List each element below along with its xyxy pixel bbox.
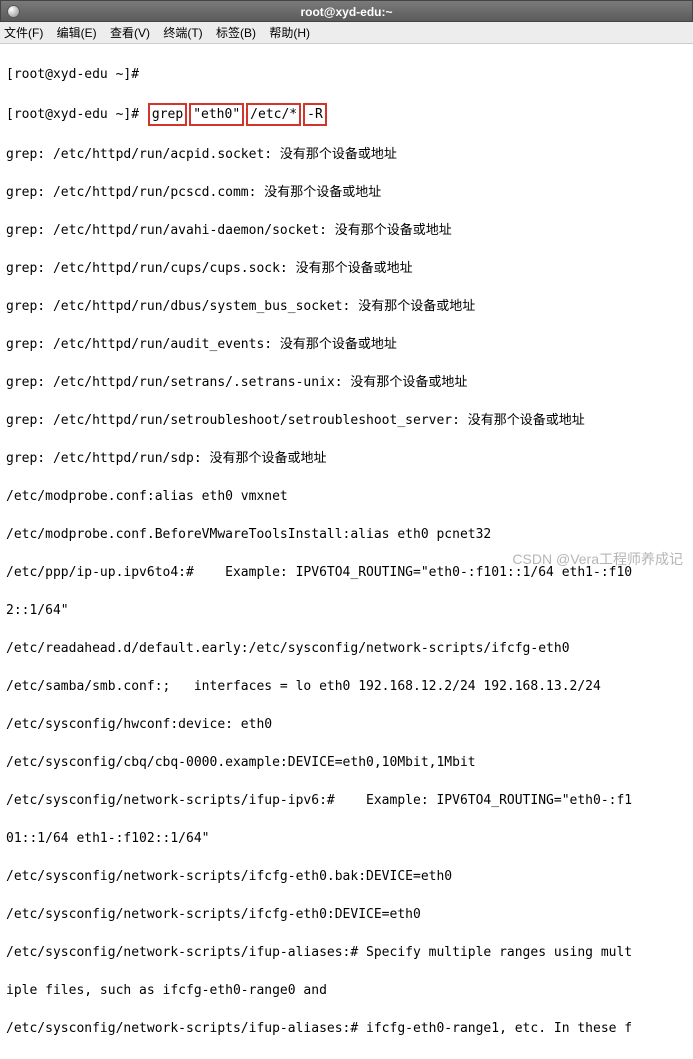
- output-line: /etc/modprobe.conf:alias eth0 vmxnet: [6, 487, 687, 506]
- output-line: /etc/modprobe.conf.BeforeVMwareToolsInst…: [6, 525, 687, 544]
- menu-terminal[interactable]: 终端(T): [163, 26, 202, 40]
- cmd-flag: -R: [303, 103, 327, 126]
- output-line: /etc/readahead.d/default.early:/etc/sysc…: [6, 639, 687, 658]
- output-line: /etc/sysconfig/network-scripts/ifup-alia…: [6, 1019, 687, 1038]
- prompt-line-empty: [root@xyd-edu ~]#: [6, 65, 687, 84]
- error-line: grep: /etc/httpd/run/setroubleshoot/setr…: [6, 411, 687, 430]
- output-line: /etc/sysconfig/network-scripts/ifup-ipv6…: [6, 791, 687, 810]
- error-line: grep: /etc/httpd/run/pcscd.comm: 没有那个设备或…: [6, 183, 687, 202]
- command-line: [root@xyd-edu ~]# grep"eth0"/etc/*-R: [6, 103, 687, 126]
- output-line: /etc/samba/smb.conf:; interfaces = lo et…: [6, 677, 687, 696]
- output-line: /etc/ppp/ip-up.ipv6to4:# Example: IPV6TO…: [6, 563, 687, 582]
- menu-file[interactable]: 文件(F): [4, 26, 43, 40]
- output-line: iple files, such as ifcfg-eth0-range0 an…: [6, 981, 687, 1000]
- error-line: grep: /etc/httpd/run/sdp: 没有那个设备或地址: [6, 449, 687, 468]
- output-line: /etc/sysconfig/network-scripts/ifcfg-eth…: [6, 867, 687, 886]
- menu-view[interactable]: 查看(V): [110, 26, 150, 40]
- error-line: grep: /etc/httpd/run/audit_events: 没有那个设…: [6, 335, 687, 354]
- cmd-grep: grep: [148, 103, 187, 126]
- error-line: grep: /etc/httpd/run/dbus/system_bus_soc…: [6, 297, 687, 316]
- output-line: /etc/sysconfig/cbq/cbq-0000.example:DEVI…: [6, 753, 687, 772]
- window-titlebar: root@xyd-edu:~: [0, 0, 693, 22]
- window-title: root@xyd-edu:~: [300, 5, 392, 19]
- menu-edit[interactable]: 编辑(E): [57, 26, 97, 40]
- error-line: grep: /etc/httpd/run/avahi-daemon/socket…: [6, 221, 687, 240]
- terminal-area[interactable]: [root@xyd-edu ~]# [root@xyd-edu ~]# grep…: [0, 44, 693, 1059]
- output-line: /etc/sysconfig/network-scripts/ifup-alia…: [6, 943, 687, 962]
- error-line: grep: /etc/httpd/run/acpid.socket: 没有那个设…: [6, 145, 687, 164]
- cmd-dir: /etc/*: [246, 103, 301, 126]
- menu-tabs[interactable]: 标签(B): [216, 26, 256, 40]
- cmd-pattern: "eth0": [189, 103, 244, 126]
- menubar: 文件(F) 编辑(E) 查看(V) 终端(T) 标签(B) 帮助(H): [0, 22, 693, 44]
- output-line: /etc/sysconfig/hwconf:device: eth0: [6, 715, 687, 734]
- output-line: 01::1/64 eth1-:f102::1/64": [6, 829, 687, 848]
- output-line: 2::1/64": [6, 601, 687, 620]
- error-line: grep: /etc/httpd/run/setrans/.setrans-un…: [6, 373, 687, 392]
- error-line: grep: /etc/httpd/run/cups/cups.sock: 没有那…: [6, 259, 687, 278]
- menu-help[interactable]: 帮助(H): [269, 26, 310, 40]
- output-line: /etc/sysconfig/network-scripts/ifcfg-eth…: [6, 905, 687, 924]
- window-icon: [7, 5, 20, 18]
